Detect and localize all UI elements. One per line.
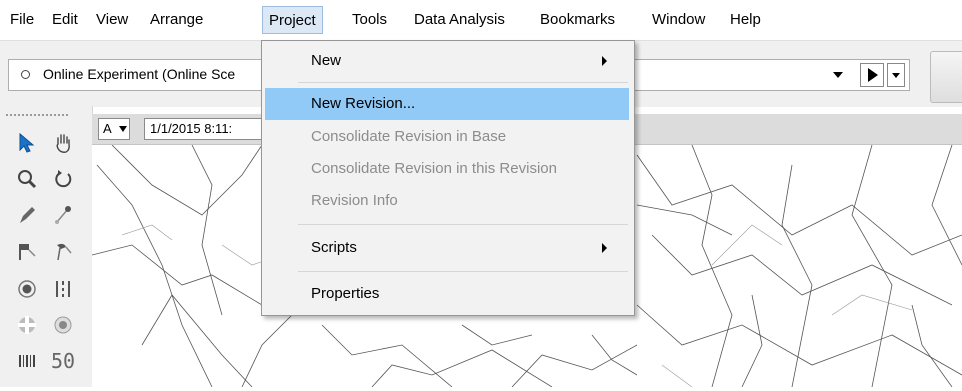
target-icon — [18, 280, 36, 298]
menu-arrange[interactable]: Arrange — [150, 6, 203, 34]
speed-limit-tool[interactable]: 50 — [48, 346, 78, 376]
menu-file[interactable]: File — [10, 6, 34, 34]
detector-icon — [54, 316, 72, 334]
menu-tools[interactable]: Tools — [352, 6, 387, 34]
magnifier-icon — [18, 170, 37, 189]
lanes-tool[interactable] — [48, 274, 78, 304]
flag-tool[interactable] — [12, 236, 42, 266]
menu-item-properties[interactable]: Properties — [265, 278, 629, 310]
menu-item-new-revision[interactable]: New Revision... — [265, 88, 629, 120]
menu-item-scripts[interactable]: Scripts — [265, 232, 629, 264]
pointer-tool[interactable] — [12, 128, 42, 158]
pen-icon — [20, 207, 35, 223]
menu-separator — [298, 224, 628, 225]
menu-project[interactable]: Project — [262, 6, 323, 34]
layer-selector-label: A — [103, 121, 112, 136]
target-tool[interactable] — [12, 274, 42, 304]
menu-item-consolidate-this-label: Consolidate Revision in this Revision — [311, 160, 557, 177]
detector-tool[interactable] — [48, 310, 78, 340]
menu-item-consolidate-base-label: Consolidate Revision in Base — [311, 128, 507, 145]
rotate-tool[interactable] — [48, 164, 78, 194]
hand-icon — [56, 134, 70, 153]
submenu-arrow-icon — [602, 243, 607, 253]
pan-tool[interactable] — [48, 128, 78, 158]
menu-item-consolidate-base[interactable]: Consolidate Revision in Base — [265, 121, 629, 153]
menu-help[interactable]: Help — [730, 6, 761, 34]
menu-data-analysis[interactable]: Data Analysis — [414, 6, 505, 34]
palette-grip[interactable] — [6, 114, 68, 118]
intersection-tool[interactable] — [12, 310, 42, 340]
radio-icon — [21, 70, 30, 79]
time-field-value: 1/1/2015 8:11: — [150, 121, 233, 136]
menu-item-new-label: New — [311, 52, 342, 69]
pointer-icon — [19, 132, 35, 153]
draw-line-tool[interactable] — [12, 200, 42, 230]
layer-selector[interactable]: A — [98, 118, 130, 140]
pin-icon — [57, 243, 72, 261]
menu-item-new-revision-label: New Revision... — [311, 95, 416, 112]
speed-limit-label: 50 — [50, 349, 76, 373]
barcode-tool[interactable] — [12, 346, 42, 376]
chevron-down-icon[interactable] — [833, 72, 843, 78]
menu-window[interactable]: Window — [652, 6, 705, 34]
menu-bookmarks[interactable]: Bookmarks — [540, 6, 615, 34]
menu-item-new[interactable]: New — [265, 45, 629, 77]
connect-icon — [55, 206, 71, 224]
menu-view[interactable]: View — [96, 6, 128, 34]
experiment-combo-label: Online Experiment (Online Sce — [43, 66, 236, 82]
menu-separator — [298, 82, 628, 83]
menu-item-consolidate-this[interactable]: Consolidate Revision in this Revision — [265, 153, 629, 185]
submenu-arrow-icon — [602, 56, 607, 66]
zoom-tool[interactable] — [12, 164, 42, 194]
run-button[interactable] — [860, 63, 884, 87]
run-options-dropdown[interactable] — [887, 63, 905, 87]
menu-edit[interactable]: Edit — [52, 6, 78, 34]
lanes-icon — [56, 281, 70, 297]
menu-item-properties-label: Properties — [311, 285, 380, 302]
rotate-icon — [55, 170, 72, 188]
pin-tool[interactable] — [48, 236, 78, 266]
menu-item-revision-info[interactable]: Revision Info — [265, 185, 629, 217]
tool-palette: 50 — [0, 106, 93, 387]
menu-item-scripts-label: Scripts — [311, 239, 357, 256]
intersection-icon — [18, 316, 36, 334]
barcode-icon — [19, 355, 35, 367]
menu-item-revision-info-label: Revision Info — [311, 192, 398, 209]
menu-bar: File Edit View Arrange Project Tools Dat… — [0, 0, 962, 40]
project-menu: New New Revision... Consolidate Revision… — [261, 40, 635, 316]
toolbar-action-button[interactable] — [930, 51, 962, 103]
flag-icon — [19, 244, 36, 260]
menu-separator — [298, 271, 628, 272]
link-node-tool[interactable] — [48, 200, 78, 230]
